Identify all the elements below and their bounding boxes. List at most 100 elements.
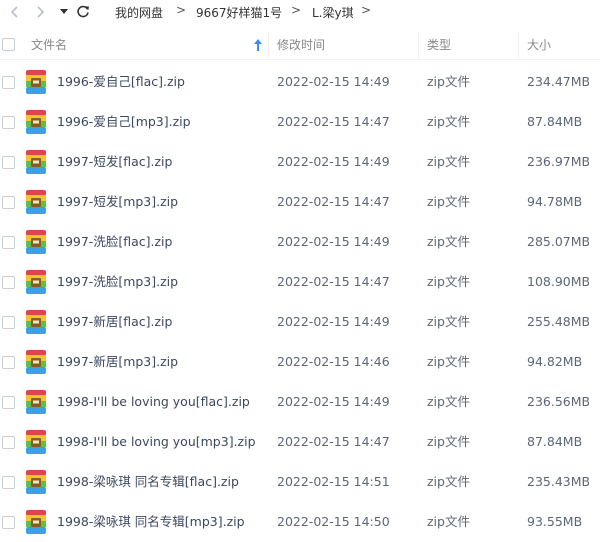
- zip-archive-icon: [26, 310, 46, 334]
- sort-ascending-icon[interactable]: [254, 39, 262, 51]
- row-checkbox[interactable]: [2, 116, 15, 129]
- file-type: zip文件: [427, 394, 470, 409]
- file-modified-time: 2022-02-15 14:46: [277, 354, 390, 369]
- file-modified-time: 2022-02-15 14:47: [277, 434, 390, 449]
- file-type: zip文件: [427, 114, 470, 129]
- file-modified-time: 2022-02-15 14:49: [277, 394, 390, 409]
- file-type: zip文件: [427, 154, 470, 169]
- file-modified-time: 2022-02-15 14:49: [277, 74, 390, 89]
- column-header-size[interactable]: 大小: [527, 30, 551, 60]
- file-type: zip文件: [427, 274, 470, 289]
- chevron-right-icon: [37, 6, 45, 18]
- table-row[interactable]: 1997-洗脸[mp3].zip 2022-02-15 14:47 zip文件 …: [0, 262, 600, 302]
- table-header: 文件名 修改时间 类型 大小: [0, 30, 600, 60]
- file-modified-time: 2022-02-15 14:47: [277, 274, 390, 289]
- file-type: zip文件: [427, 314, 470, 329]
- table-row[interactable]: 1996-爱自己[flac].zip 2022-02-15 14:49 zip文…: [0, 62, 600, 102]
- column-divider: [518, 32, 519, 58]
- breadcrumb-root[interactable]: 我的网盘: [115, 4, 163, 21]
- zip-archive-icon: [26, 150, 46, 174]
- file-name[interactable]: 1998-I'll be loving you[flac].zip: [57, 382, 250, 422]
- breadcrumb-current[interactable]: L.梁y琪: [312, 4, 354, 21]
- file-size: 285.07MB: [527, 234, 591, 249]
- row-checkbox[interactable]: [2, 476, 15, 489]
- table-row[interactable]: 1997-短发[mp3].zip 2022-02-15 14:47 zip文件 …: [0, 182, 600, 222]
- column-divider: [418, 32, 419, 58]
- column-header-type[interactable]: 类型: [427, 30, 451, 60]
- file-name[interactable]: 1997-洗脸[mp3].zip: [57, 262, 178, 302]
- file-name[interactable]: 1998-I'll be loving you[mp3].zip: [57, 422, 256, 462]
- file-name[interactable]: 1997-新居[flac].zip: [57, 302, 172, 342]
- column-header-name[interactable]: 文件名: [31, 30, 67, 60]
- row-checkbox[interactable]: [2, 316, 15, 329]
- file-name[interactable]: 1998-梁咏琪 同名专辑[mp3].zip: [57, 502, 245, 542]
- back-button[interactable]: [6, 3, 24, 21]
- zip-archive-icon: [26, 270, 46, 294]
- forward-button[interactable]: [31, 3, 49, 21]
- row-checkbox[interactable]: [2, 196, 15, 209]
- file-size: 93.55MB: [527, 514, 583, 529]
- row-checkbox[interactable]: [2, 156, 15, 169]
- file-modified-time: 2022-02-15 14:49: [277, 234, 390, 249]
- file-name[interactable]: 1997-洗脸[flac].zip: [57, 222, 172, 262]
- file-modified-time: 2022-02-15 14:47: [277, 114, 390, 129]
- select-all-checkbox[interactable]: [2, 38, 15, 51]
- breadcrumb-separator: >: [361, 3, 372, 17]
- zip-archive-icon: [26, 350, 46, 374]
- file-name[interactable]: 1997-短发[mp3].zip: [57, 182, 178, 222]
- file-type: zip文件: [427, 514, 470, 529]
- file-size: 236.56MB: [527, 394, 591, 409]
- file-size: 94.78MB: [527, 194, 583, 209]
- file-size: 87.84MB: [527, 434, 583, 449]
- file-name[interactable]: 1996-爱自己[mp3].zip: [57, 102, 191, 142]
- toolbar: 我的网盘 > 9667好样猫1号 > L.梁y琪 >: [0, 0, 600, 26]
- file-size: 108.90MB: [527, 274, 591, 289]
- row-checkbox[interactable]: [2, 276, 15, 289]
- row-checkbox[interactable]: [2, 236, 15, 249]
- table-row[interactable]: 1998-梁咏琪 同名专辑[mp3].zip 2022-02-15 14:50 …: [0, 502, 600, 542]
- file-modified-time: 2022-02-15 14:51: [277, 474, 390, 489]
- file-size: 236.97MB: [527, 154, 591, 169]
- column-divider: [268, 32, 269, 58]
- file-type: zip文件: [427, 234, 470, 249]
- file-size: 94.82MB: [527, 354, 583, 369]
- file-modified-time: 2022-02-15 14:49: [277, 314, 390, 329]
- row-checkbox[interactable]: [2, 76, 15, 89]
- table-row[interactable]: 1997-洗脸[flac].zip 2022-02-15 14:49 zip文件…: [0, 222, 600, 262]
- table-row[interactable]: 1998-I'll be loving you[flac].zip 2022-0…: [0, 382, 600, 422]
- file-size: 87.84MB: [527, 114, 583, 129]
- zip-archive-icon: [26, 390, 46, 414]
- table-row[interactable]: 1997-新居[mp3].zip 2022-02-15 14:46 zip文件 …: [0, 342, 600, 382]
- chevron-left-icon: [10, 6, 18, 18]
- row-checkbox[interactable]: [2, 396, 15, 409]
- file-modified-time: 2022-02-15 14:50: [277, 514, 390, 529]
- file-type: zip文件: [427, 354, 470, 369]
- row-checkbox[interactable]: [2, 516, 15, 529]
- table-row[interactable]: 1997-短发[flac].zip 2022-02-15 14:49 zip文件…: [0, 142, 600, 182]
- table-row[interactable]: 1998-梁咏琪 同名专辑[flac].zip 2022-02-15 14:51…: [0, 462, 600, 502]
- file-name[interactable]: 1996-爱自己[flac].zip: [57, 62, 185, 102]
- file-type: zip文件: [427, 434, 470, 449]
- row-checkbox[interactable]: [2, 436, 15, 449]
- file-name[interactable]: 1997-短发[flac].zip: [57, 142, 172, 182]
- history-dropdown-button[interactable]: [55, 3, 73, 21]
- zip-archive-icon: [26, 430, 46, 454]
- file-modified-time: 2022-02-15 14:47: [277, 194, 390, 209]
- file-name[interactable]: 1997-新居[mp3].zip: [57, 342, 178, 382]
- file-name[interactable]: 1998-梁咏琪 同名专辑[flac].zip: [57, 462, 239, 502]
- file-type: zip文件: [427, 194, 470, 209]
- breadcrumb-folder[interactable]: 9667好样猫1号: [196, 4, 282, 21]
- table-row[interactable]: 1997-新居[flac].zip 2022-02-15 14:49 zip文件…: [0, 302, 600, 342]
- zip-archive-icon: [26, 510, 46, 534]
- table-row[interactable]: 1996-爱自己[mp3].zip 2022-02-15 14:47 zip文件…: [0, 102, 600, 142]
- zip-archive-icon: [26, 470, 46, 494]
- breadcrumb-separator: >: [291, 3, 302, 17]
- file-type: zip文件: [427, 74, 470, 89]
- zip-archive-icon: [26, 110, 46, 134]
- row-checkbox[interactable]: [2, 356, 15, 369]
- table-row[interactable]: 1998-I'll be loving you[mp3].zip 2022-02…: [0, 422, 600, 462]
- zip-archive-icon: [26, 230, 46, 254]
- column-header-modified[interactable]: 修改时间: [277, 30, 325, 60]
- refresh-button[interactable]: [74, 3, 92, 21]
- breadcrumb-separator: >: [176, 3, 187, 17]
